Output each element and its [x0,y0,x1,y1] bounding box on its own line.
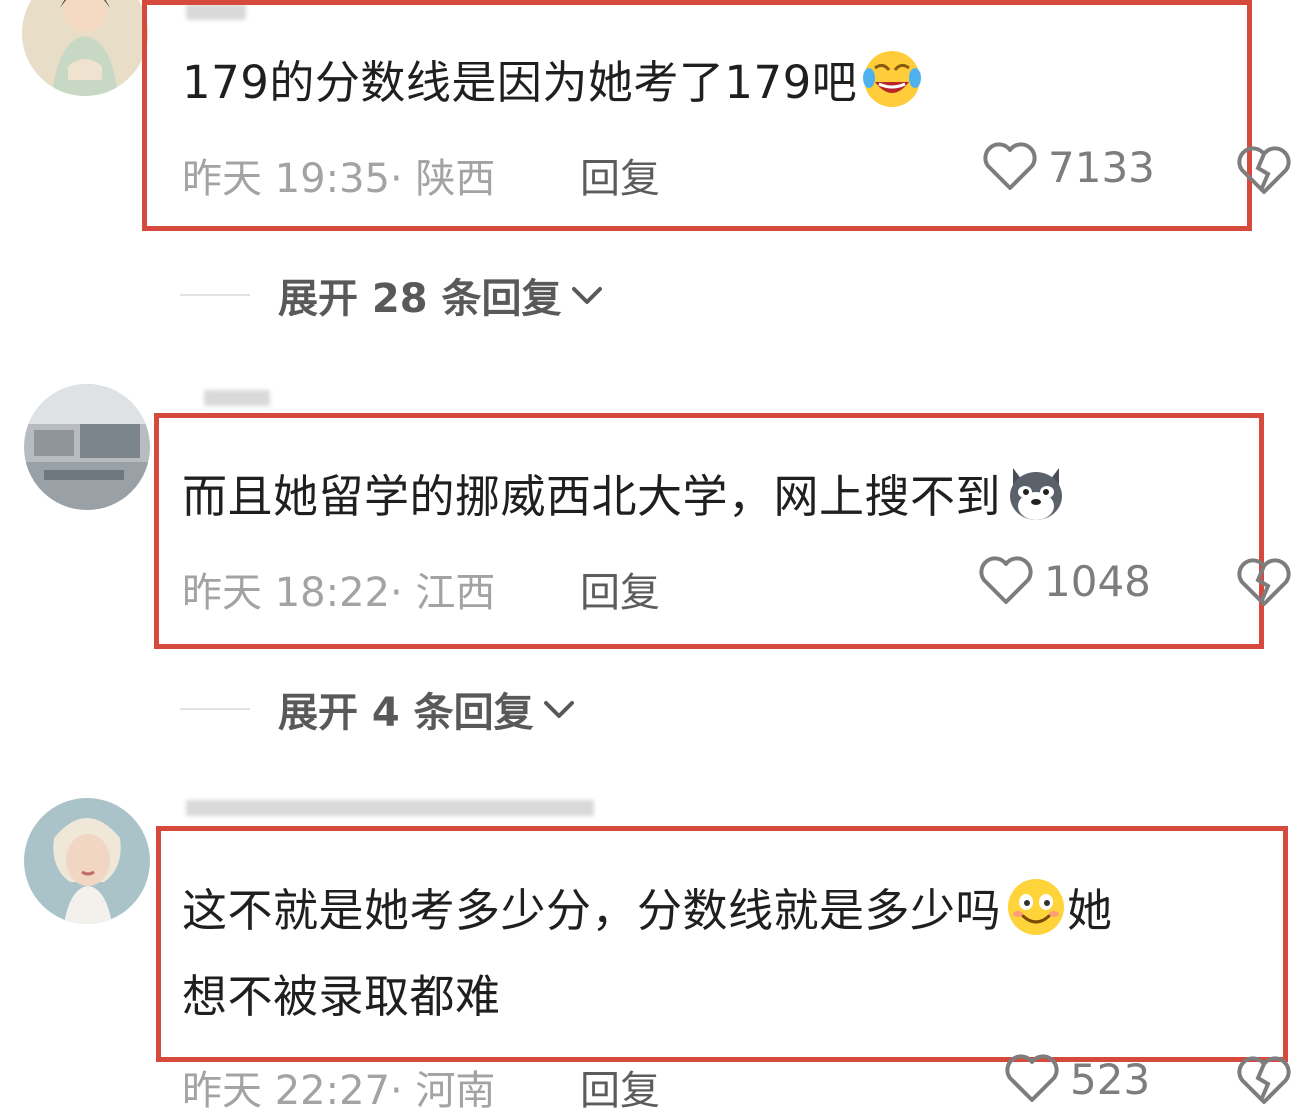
heart-outline-icon [979,556,1033,604]
like-count: 7133 [1048,142,1155,192]
like-count: 1048 [1044,556,1151,606]
broken-heart-icon[interactable] [1236,146,1292,200]
comment-meta: 昨天 18:22· 江西 [182,570,496,616]
broken-heart-icon[interactable] [1236,1056,1292,1110]
reply-button[interactable]: 回复 [580,560,660,618]
comment-text: 而且她留学的挪威西北大学，网上搜不到 [182,454,1067,540]
like-count: 523 [1070,1054,1151,1104]
expand-replies-label: 展开 4 条回复 [278,690,534,736]
husky-dog-emoji [1005,462,1067,524]
smirk-smile-emoji [1005,876,1067,938]
comment-text: 这不就是她考多少分，分数线就是多少吗她 [182,868,1113,954]
divider [180,708,250,710]
expand-replies[interactable]: 展开 4 条回复 [180,680,576,738]
broken-heart-icon[interactable] [1236,558,1292,612]
divider [180,294,250,296]
laughing-crying-emoji [861,48,923,110]
comment-text-line-2: 想不被录取都难 [182,970,501,1023]
reply-button[interactable]: 回复 [580,146,660,204]
username-blurred [204,390,270,406]
comment-text: 179的分数线是因为她考了179吧 [182,40,923,126]
comment-meta: 昨天 22:27· 河南 [182,1068,496,1114]
heart-outline-icon [983,142,1037,190]
reply-button[interactable]: 回复 [580,1058,660,1116]
avatar[interactable] [22,0,148,96]
expand-replies-label: 展开 28 条回复 [278,276,562,322]
like-button[interactable]: 7133 [982,142,1155,192]
comment-meta: 昨天 19:35· 陕西 [182,156,496,202]
like-button[interactable]: 523 [1004,1054,1150,1104]
like-button[interactable]: 1048 [978,556,1151,606]
avatar[interactable] [24,798,150,924]
avatar[interactable] [24,384,150,510]
chevron-down-icon [571,287,602,304]
username-blurred [186,800,594,816]
expand-replies[interactable]: 展开 28 条回复 [180,266,604,324]
chevron-down-icon [543,701,574,718]
heart-outline-icon [1005,1054,1059,1102]
